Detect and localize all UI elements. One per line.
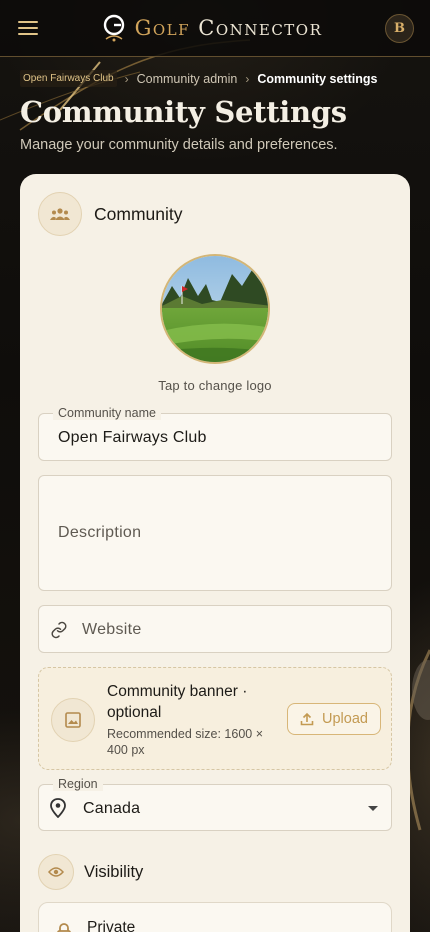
- breadcrumb-item-current: Community settings: [257, 71, 378, 86]
- eye-icon: [38, 854, 74, 890]
- visibility-section-header: Visibility: [38, 854, 143, 890]
- brand[interactable]: Golf Connector: [101, 13, 323, 43]
- upload-icon: [300, 712, 314, 726]
- group-icon: [38, 192, 82, 236]
- brand-logo-icon: [103, 14, 124, 42]
- community-section-header: Community: [38, 192, 392, 236]
- breadcrumb-item-community[interactable]: Open Fairways Club: [20, 70, 117, 87]
- page-subtitle: Manage your community details and prefer…: [20, 137, 338, 153]
- settings-card: Community Tap to change logo Community n…: [20, 174, 410, 932]
- private-option-title: Private: [87, 919, 136, 932]
- upload-button[interactable]: Upload: [287, 703, 381, 735]
- banner-size-hint: Recommended size: 1600 × 400 px: [107, 727, 263, 757]
- breadcrumb-separator: ›: [245, 71, 250, 86]
- community-section-title: Community: [94, 203, 183, 224]
- region-select[interactable]: Region Canada: [38, 777, 392, 831]
- private-option[interactable]: Private: [38, 902, 392, 932]
- community-name-label: Community name: [53, 406, 161, 420]
- location-pin-icon: [50, 798, 66, 818]
- lock-icon: [57, 923, 71, 932]
- description-field[interactable]: Description: [38, 475, 392, 591]
- change-logo-hint: Tap to change logo: [158, 378, 272, 393]
- community-logo[interactable]: [160, 254, 270, 364]
- hamburger-menu-icon[interactable]: [18, 20, 38, 36]
- brand-suffix: Connector: [198, 16, 323, 40]
- upload-label: Upload: [322, 711, 368, 727]
- region-value: Canada: [83, 800, 141, 817]
- community-name-field[interactable]: Community name Open Fairways Club: [38, 406, 392, 461]
- banner-upload-area[interactable]: Community banner · optional Recommended …: [38, 667, 392, 770]
- website-placeholder: Website: [82, 621, 142, 638]
- page-title: Community Settings: [20, 95, 347, 129]
- banner-title: Community banner · optional: [107, 683, 248, 721]
- description-placeholder: Description: [58, 524, 142, 541]
- brand-prefix: Golf: [134, 16, 191, 40]
- chevron-down-icon: [368, 806, 378, 811]
- user-avatar[interactable]: B: [385, 13, 414, 43]
- top-app-bar: Golf Connector B: [0, 0, 430, 57]
- community-name-value: Open Fairways Club: [58, 429, 207, 446]
- region-label: Region: [53, 777, 103, 791]
- website-field[interactable]: Website: [38, 605, 392, 653]
- brand-name: Golf Connector: [135, 16, 323, 40]
- image-icon: [51, 698, 95, 742]
- visibility-section-title: Visibility: [84, 862, 144, 881]
- breadcrumb-item-admin[interactable]: Community admin: [137, 72, 238, 86]
- breadcrumb-separator: ›: [124, 71, 129, 86]
- breadcrumb: Open Fairways Club › Community admin › C…: [20, 70, 377, 87]
- link-icon: [51, 621, 67, 639]
